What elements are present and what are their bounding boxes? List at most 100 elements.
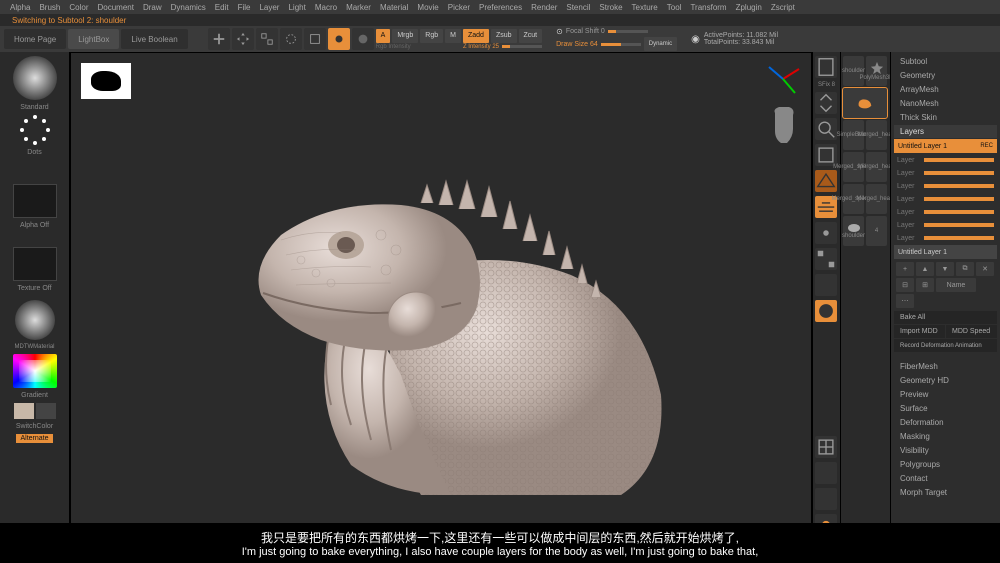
menu-marker[interactable]: Marker [346,3,371,12]
zsub-chip[interactable]: Zsub [491,29,517,43]
draw-size-label[interactable]: Draw Size 64 [556,41,598,48]
record-deformation[interactable]: Record Deformation Animation [894,339,997,352]
sculpt-mode-icon[interactable] [328,28,350,50]
panel-surface[interactable]: Surface [894,402,997,415]
dynamic-chip[interactable]: Dynamic [644,37,677,51]
doc-icon[interactable] [815,56,837,78]
camera-head-icon[interactable] [763,103,803,151]
live-boolean-button[interactable]: Live Boolean [121,29,187,49]
layer-row-4[interactable]: Layer [894,193,997,205]
panel-geometry[interactable]: Geometry [894,69,997,82]
panel-geohd[interactable]: Geometry HD [894,374,997,387]
panel-masking[interactable]: Masking [894,430,997,443]
menu-transform[interactable]: Transform [690,3,726,12]
panel-morph[interactable]: Morph Target [894,486,997,499]
panel-contact[interactable]: Contact [894,472,997,485]
mdd-speed[interactable]: MDD Speed [946,325,997,338]
menu-zplugin[interactable]: Zplugin [736,3,762,12]
subtool-shoulder-top[interactable]: shoulder [843,56,864,86]
panel-nanomesh[interactable]: NanoMesh [894,97,997,110]
viewport[interactable] [70,52,812,540]
frame-all-icon[interactable] [815,248,837,270]
panel-subtool[interactable]: Subtool [894,55,997,68]
layer-new-button[interactable]: + [896,262,914,276]
doc-thumb[interactable] [81,63,131,99]
zoom-icon[interactable] [815,118,837,140]
gradient-label[interactable]: Gradient [21,392,48,399]
z-intensity-slider[interactable] [502,45,542,48]
transp-icon[interactable] [815,488,837,510]
layer-untitled-2[interactable]: Untitled Layer 1 [894,245,997,259]
menu-movie[interactable]: Movie [417,3,438,12]
rotate-icon[interactable] [280,28,302,50]
sphere-icon[interactable] [352,28,374,50]
color-picker[interactable] [13,354,57,388]
subtool-merged-head[interactable]: Merged_head [866,120,887,150]
layer-row-1[interactable]: Layer [894,154,997,166]
layer-row-7[interactable]: Layer [894,232,997,244]
layer-untitled-1[interactable]: Untitled Layer 1 REC [894,139,997,153]
menu-brush[interactable]: Brush [39,3,60,12]
scroll-icon[interactable] [815,92,837,114]
menu-color[interactable]: Color [69,3,88,12]
zadd-chip[interactable]: Zadd [463,29,489,43]
panel-preview[interactable]: Preview [894,388,997,401]
layer-name-button[interactable]: Name [936,278,976,292]
brush-thumb[interactable] [13,56,57,100]
subtool-4[interactable]: 4 [866,216,887,246]
menu-stroke[interactable]: Stroke [599,3,622,12]
panel-arraymesh[interactable]: ArrayMesh [894,83,997,96]
subtool-active[interactable] [843,88,887,118]
menu-material[interactable]: Material [380,3,408,12]
menu-render[interactable]: Render [531,3,557,12]
menu-edit[interactable]: Edit [215,3,229,12]
subtool-merged-head2[interactable]: Merged_head [866,152,887,182]
gizmo-icon[interactable] [208,28,230,50]
solo-icon[interactable] [815,300,837,322]
menu-zscript[interactable]: Zscript [771,3,795,12]
focal-shift-label[interactable]: Focal Shift 0 [566,28,605,35]
layer-dup-button[interactable]: ⧉ [956,262,974,276]
subtool-shoulder[interactable]: shoulder [843,216,864,246]
material-thumb[interactable] [15,300,55,340]
panel-visibility[interactable]: Visibility [894,444,997,457]
layer-row-3[interactable]: Layer [894,180,997,192]
alpha-thumb[interactable] [13,184,57,218]
nav-gizmo[interactable] [765,61,801,97]
menu-tool[interactable]: Tool [667,3,682,12]
switch-color[interactable]: SwitchColor [16,423,53,430]
bake-all-button[interactable]: Bake All [894,311,997,324]
subtool-merged-head1[interactable]: Merged_head1 [866,184,887,214]
z-intensity-label[interactable]: Z Intensity 25 [463,44,499,50]
import-mdd-button[interactable]: Import MDD [894,325,945,338]
persp-icon[interactable] [815,170,837,192]
m-chip[interactable]: M [445,29,461,43]
layer-row-2[interactable]: Layer [894,167,997,179]
swatch-main[interactable] [14,403,34,419]
scale-icon[interactable] [256,28,278,50]
layer-down-button[interactable]: ▼ [936,262,954,276]
menu-picker[interactable]: Picker [448,3,470,12]
layer-row-5[interactable]: Layer [894,206,997,218]
layer-merge-button[interactable]: ⊞ [916,278,934,292]
panel-layers[interactable]: Layers [894,125,997,138]
menu-draw[interactable]: Draw [143,3,162,12]
focal-shift-slider[interactable] [608,30,648,33]
stroke-dots[interactable] [20,115,50,145]
layer-del-button[interactable]: ✕ [976,262,994,276]
layer-up-button[interactable]: ▲ [916,262,934,276]
a-chip[interactable]: A [376,29,391,43]
local-icon[interactable] [815,222,837,244]
panel-polygroups[interactable]: Polygroups [894,458,997,471]
subtool-polymesh[interactable]: PolyMesh3D [866,56,887,86]
actual-icon[interactable] [815,144,837,166]
xpose-icon[interactable] [815,274,837,296]
menu-preferences[interactable]: Preferences [479,3,522,12]
zcut-chip[interactable]: Zcut [519,29,543,43]
move-icon[interactable] [232,28,254,50]
draw-size-slider[interactable] [601,43,641,46]
menu-alpha[interactable]: Alpha [10,3,30,12]
ghost-icon[interactable] [815,462,837,484]
lightbox-button[interactable]: LightBox [68,29,119,49]
menu-document[interactable]: Document [98,3,134,12]
